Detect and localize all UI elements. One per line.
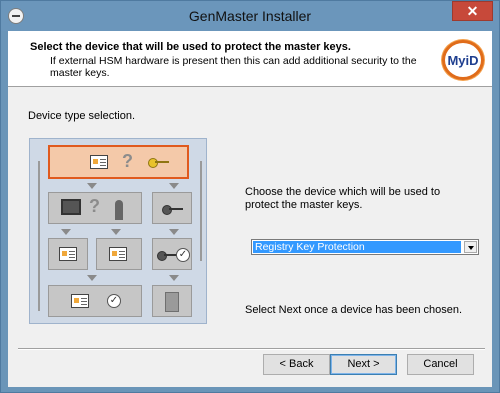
window-title: GenMaster Installer (188, 8, 312, 24)
check-icon: ✓ (107, 294, 121, 308)
header-title: Select the device that will be used to p… (30, 41, 351, 53)
diagram-top-box: ? (48, 145, 189, 179)
person-icon (115, 200, 123, 220)
installer-window: GenMaster Installer ✕ Select the device … (0, 0, 500, 393)
card-icon (90, 155, 108, 169)
check-icon: ✓ (176, 248, 190, 262)
arrow-down-icon (87, 275, 97, 281)
arrow-down-icon (169, 275, 179, 281)
myid-logo-icon: MyiD (442, 40, 484, 80)
card-icon (109, 247, 127, 261)
back-button[interactable]: < Back (263, 354, 330, 375)
wizard-header: Select the device that will be used to p… (8, 31, 492, 87)
device-diagram: ? ? ✓ ✓ (29, 138, 207, 324)
header-subtitle: If external HSM hardware is present then… (50, 55, 417, 79)
diagram-card-box (96, 238, 142, 270)
diagram-card-check-box: ✓ (48, 285, 142, 317)
close-button[interactable]: ✕ (452, 1, 493, 21)
device-description: Choose the device which will be used to … (245, 186, 441, 211)
device-type-selected-value: Registry Key Protection (253, 241, 461, 253)
arrow-down-icon (61, 229, 71, 235)
arrow-down-icon (169, 229, 179, 235)
question-icon: ? (89, 196, 100, 216)
next-button[interactable]: Next > (330, 354, 397, 375)
diagram-connector (38, 161, 40, 311)
diagram-hsm-box (152, 285, 192, 317)
wizard-body: Select the device that will be used to p… (8, 31, 492, 387)
arrow-down-icon (87, 183, 97, 189)
logo-text: MyiD (447, 53, 479, 68)
diagram-key-check-box: ✓ (152, 238, 192, 270)
key-icon (148, 158, 170, 168)
diagram-hsm-key-box (152, 192, 192, 224)
next-hint: Select Next once a device has been chose… (245, 304, 463, 316)
diagram-connector (200, 161, 202, 261)
arrow-down-icon (111, 229, 121, 235)
device-type-dropdown[interactable]: Registry Key Protection (251, 239, 479, 255)
question-icon: ? (122, 151, 133, 171)
hsm-icon (165, 292, 179, 312)
chevron-down-icon[interactable] (464, 241, 477, 253)
arrow-down-icon (169, 183, 179, 189)
cancel-button[interactable]: Cancel (407, 354, 474, 375)
monitor-icon (61, 199, 81, 215)
footer-divider (18, 348, 485, 350)
diagram-card-box (48, 238, 88, 270)
key-icon (162, 205, 184, 215)
card-icon (71, 294, 89, 308)
section-label: Device type selection. (28, 110, 135, 122)
diagram-workstation-box: ? (48, 192, 142, 224)
card-icon (59, 247, 77, 261)
title-bar[interactable]: GenMaster Installer ✕ (1, 1, 499, 31)
